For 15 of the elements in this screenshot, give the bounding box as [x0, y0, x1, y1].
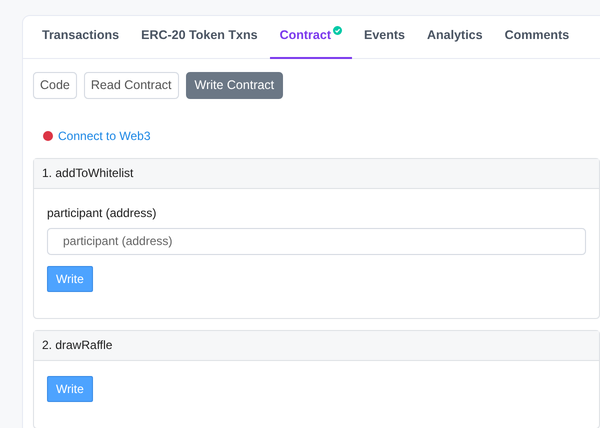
subtab-button[interactable]: Code — [33, 72, 77, 99]
input-field[interactable]: participant (address) — [47, 228, 586, 255]
function-title[interactable]: 1. addToWhitelist — [42, 164, 134, 182]
tab[interactable]: Transactions — [32, 16, 130, 58]
subtab-button[interactable]: Read Contract — [84, 72, 178, 99]
tab[interactable]: Contract — [270, 16, 352, 59]
check-circle-icon — [333, 26, 342, 35]
tab[interactable]: Comments — [494, 16, 580, 58]
tab[interactable]: Events — [354, 16, 415, 58]
tab[interactable]: Analytics — [417, 16, 493, 58]
connect-link[interactable]: Connect to Web3 — [58, 126, 151, 145]
subtab-button[interactable]: Write Contract — [186, 72, 284, 99]
function-title[interactable]: 2. drawRaffle — [42, 336, 112, 354]
tab[interactable]: ERC-20 Token Txns — [131, 16, 268, 58]
field-label: participant (address) — [47, 204, 158, 222]
